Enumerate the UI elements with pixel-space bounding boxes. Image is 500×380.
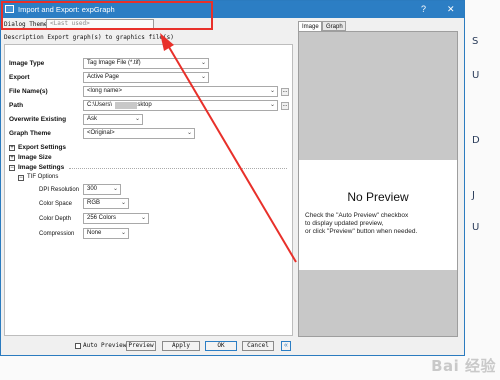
annotation-arrow-shaft bbox=[165, 41, 297, 263]
watermark-logo: Bai 经验 bbox=[431, 357, 496, 375]
annotation-arrow-head bbox=[160, 33, 174, 51]
annotation-arrow bbox=[160, 33, 297, 263]
